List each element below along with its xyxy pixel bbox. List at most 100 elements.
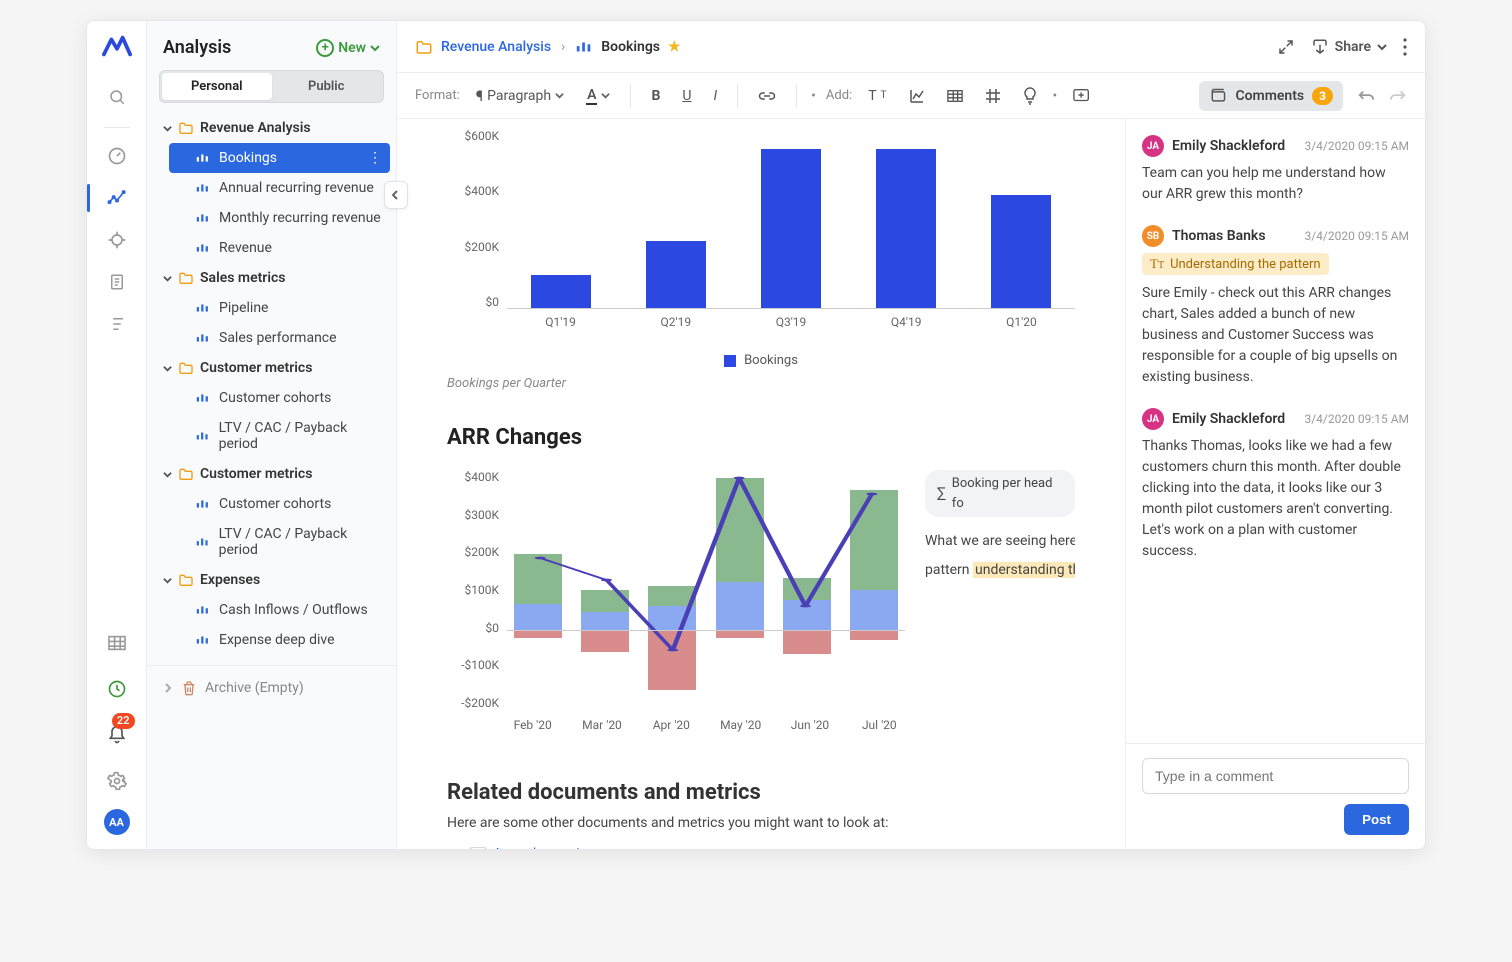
arr-side-note: ∑ Booking per head fo What we are seeing… [925,470,1075,740]
tree-item[interactable]: LTV / CAC / Payback period [163,413,396,459]
related-heading: Related documents and metrics [447,780,1075,805]
notification-count: 22 [112,713,135,729]
data-table-icon[interactable] [95,625,139,661]
expand-icon[interactable] [1277,38,1295,56]
collapse-sidebar-button[interactable] [384,181,408,209]
tree-item[interactable]: Expense deep dive [163,625,396,655]
add-grid-icon[interactable] [979,84,1007,108]
add-chart-icon[interactable] [903,84,931,108]
comment-author: Emily Shackleford [1172,411,1296,427]
chevron-down-icon [370,43,380,53]
add-table-icon[interactable] [941,85,969,107]
notifications-icon[interactable]: 22 [95,717,139,753]
paragraph-style-select[interactable]: ¶ Paragraph [470,83,570,109]
link-button[interactable] [752,85,782,107]
comment-avatar: SB [1142,225,1164,247]
comments-count: 3 [1312,87,1333,105]
share-button[interactable]: Share [1311,39,1387,55]
bold-button[interactable]: B [645,84,666,108]
new-button[interactable]: + New [316,39,380,57]
page-title: Bookings [601,39,660,55]
user-avatar[interactable]: AA [104,809,130,835]
comment-body: Sure Emily - check out this ARR changes … [1142,283,1409,388]
tree-item[interactable]: Revenue [163,233,396,263]
settings-icon[interactable] [95,763,139,799]
breadcrumb-folder-link[interactable]: Revenue Analysis [441,39,551,55]
comment-input[interactable] [1142,758,1409,794]
status-icon[interactable] [95,671,139,707]
bar-chart-icon [575,40,593,54]
sidebar-tabs: Personal Public [159,70,384,103]
dashboard-icon[interactable] [95,138,139,174]
tree-folder[interactable]: Sales metrics [163,263,396,293]
tree-folder[interactable]: Revenue Analysis [163,113,396,143]
kebab-icon[interactable]: ⋮ [368,150,382,166]
comments-panel: JA Emily Shackleford 3/4/2020 09:15 AM Team… [1125,119,1425,849]
comment-item: JAEmily Shackleford3/4/2020 09:15 AMThan… [1142,408,1409,562]
caret-right-icon [163,683,173,693]
analysis-icon[interactable] [95,180,139,216]
comment-avatar: JA [1142,408,1164,430]
comments-icon [1209,88,1227,104]
tree-folder[interactable]: Expenses [163,565,396,595]
document-icon[interactable] [95,264,139,300]
tree-folder[interactable]: Customer metrics [163,459,396,489]
post-button[interactable]: Post [1344,804,1409,835]
format-label: Format: [415,88,460,103]
target-icon[interactable] [95,222,139,258]
tree-item[interactable]: Sales performance [163,323,396,353]
related-link[interactable]: Annual recurring revenue [493,846,648,849]
comment-time: 3/4/2020 09:15 AM [1304,229,1409,243]
italic-button[interactable]: I [707,84,723,108]
comment-body: Thanks Thomas, looks like we had a few c… [1142,436,1409,562]
tree-item[interactable]: LTV / CAC / Payback period [163,519,396,565]
more-icon[interactable] [1403,38,1407,56]
tab-personal[interactable]: Personal [162,73,272,100]
chevron-down-icon [1377,42,1387,52]
list-icon[interactable] [95,306,139,342]
search-icon[interactable] [95,79,139,115]
comment-item: SB Thomas Banks 3/4/2020 09:15 AM TTUnderst… [1142,225,1409,388]
nav-rail: 22 AA [87,21,147,849]
star-icon[interactable]: ★ [668,39,681,55]
text-color-button[interactable]: A [580,83,616,109]
main-area: Revenue Analysis › Bookings ★ Share Form… [397,21,1425,849]
add-text-icon[interactable]: TT [862,84,892,108]
comment-tag[interactable]: TTUnderstanding the pattern [1142,253,1329,275]
tree-item[interactable]: Customer cohorts [163,489,396,519]
add-label: Add: [826,88,852,103]
underline-button[interactable]: U [676,84,697,108]
share-icon [1311,39,1329,55]
comments-toggle[interactable]: Comments 3 [1199,81,1343,111]
redo-icon[interactable] [1389,88,1407,104]
tree-item[interactable]: Monthly recurring revenue [163,203,396,233]
tree-item[interactable]: Customer cohorts [163,383,396,413]
trash-icon [181,680,197,696]
tree-item[interactable]: Annual recurring revenue [163,173,396,203]
breadcrumb: Revenue Analysis [415,39,551,55]
topbar: Revenue Analysis › Bookings ★ Share [397,21,1425,73]
bookings-chart: $600K$400K$200K$0 Q1'19Q2'19Q3'19Q4'19Q1… [447,129,1075,391]
formula-pill[interactable]: ∑ Booking per head fo [925,470,1075,517]
sidebar-tree: Revenue AnalysisBookings⋮Annual recurrin… [147,113,396,665]
document-body[interactable]: $600K$400K$200K$0 Q1'19Q2'19Q3'19Q4'19Q1… [397,119,1125,849]
add-comment-icon[interactable] [1067,84,1097,108]
undo-icon[interactable] [1357,88,1375,104]
chart-caption: Bookings per Quarter [447,376,1075,391]
add-idea-icon[interactable] [1017,83,1043,109]
app-logo [102,35,132,57]
sidebar: Analysis + New Personal Public Revenue A… [147,21,397,849]
tree-item[interactable]: Cash Inflows / Outflows [163,595,396,625]
tree-folder[interactable]: Customer metrics [163,353,396,383]
archive-row[interactable]: Archive (Empty) [147,665,396,710]
sidebar-title: Analysis [163,37,231,58]
tab-public[interactable]: Public [272,73,382,100]
comment-body: Team can you help me understand how our … [1142,163,1409,205]
folder-icon [415,39,433,55]
related-intro: Here are some other documents and metric… [447,813,1075,834]
comment-author: Emily Shackleford [1172,138,1296,154]
arr-changes-chart: $400K$300K$200K$100K$0-$100K-$200K Feb '… [447,470,905,740]
tree-item[interactable]: Bookings⋮ [169,143,390,173]
comment-author: Thomas Banks [1172,228,1296,244]
tree-item[interactable]: Pipeline [163,293,396,323]
